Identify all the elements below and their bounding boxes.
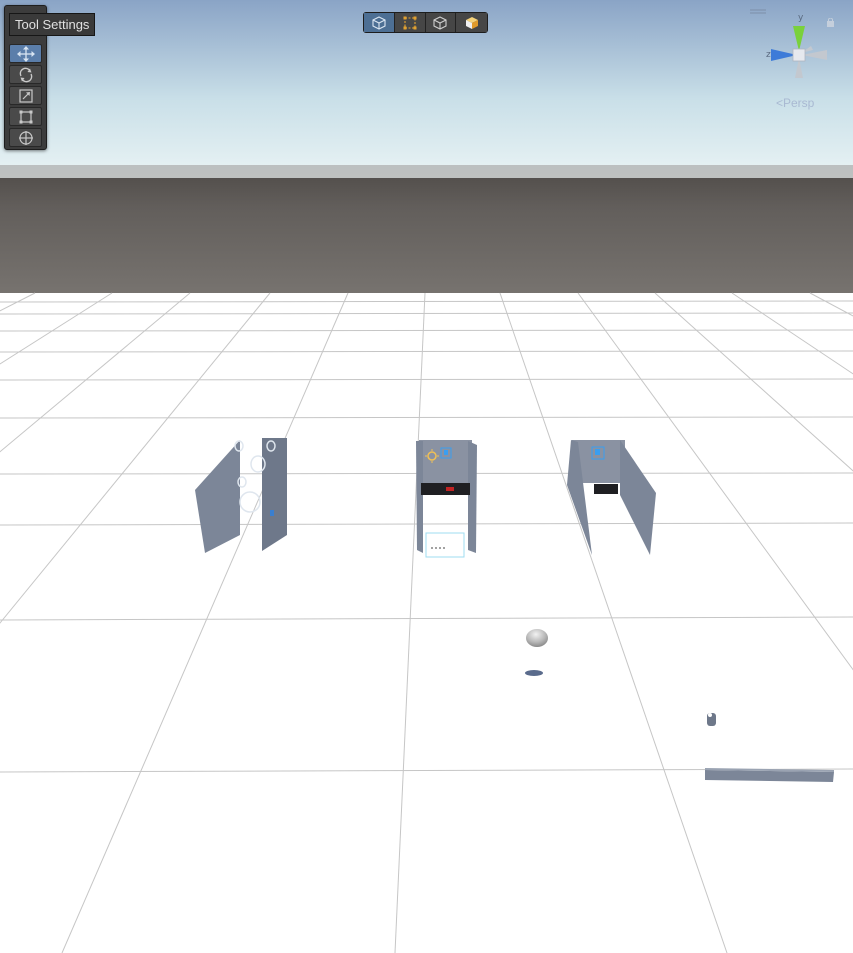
wire-mode-button[interactable]: [425, 13, 457, 32]
shaded-orange-mode-button[interactable]: [456, 13, 487, 32]
floor-plane: [0, 293, 853, 953]
ground-plane: [0, 178, 853, 294]
scene-viewport[interactable]: Tool Settings y z <Persp: [0, 0, 853, 953]
stand-object-center: [416, 440, 477, 558]
cube-wire-icon: [433, 15, 447, 30]
rect-dashed-icon: [403, 16, 417, 29]
capsule-object: [707, 713, 716, 726]
rect-mode-button[interactable]: [394, 13, 426, 32]
transform-icon: [18, 130, 33, 145]
rect-tool-button[interactable]: [9, 107, 42, 126]
scale-tool-button[interactable]: [9, 86, 42, 105]
tool-settings-tooltip: Tool Settings: [9, 13, 96, 36]
gizmo-y-cone: [793, 26, 805, 51]
cube-orange-icon: [465, 16, 478, 29]
cube-outline-icon: [372, 15, 386, 30]
rotate-icon: [19, 67, 32, 82]
axis-label-z: z: [766, 50, 771, 60]
orientation-gizmo[interactable]: y z: [765, 10, 835, 90]
rect-transform-icon: [19, 110, 32, 123]
transform-tool-button[interactable]: [9, 128, 42, 147]
gizmo-menu-icon[interactable]: [750, 9, 766, 15]
shaded-mode-button[interactable]: [364, 13, 395, 32]
scale-icon: [18, 88, 33, 103]
move-tool-button[interactable]: [9, 44, 42, 63]
rotate-tool-button[interactable]: [9, 65, 42, 84]
axis-label-y: y: [798, 13, 804, 23]
draw-mode-toolbar: [363, 12, 488, 33]
plank-object: [705, 768, 834, 782]
projection-label[interactable]: <Persp: [776, 96, 814, 110]
gizmo-center-cube: [792, 48, 806, 62]
scene-view[interactable]: [0, 0, 853, 953]
move-arrows-icon: [16, 45, 35, 62]
